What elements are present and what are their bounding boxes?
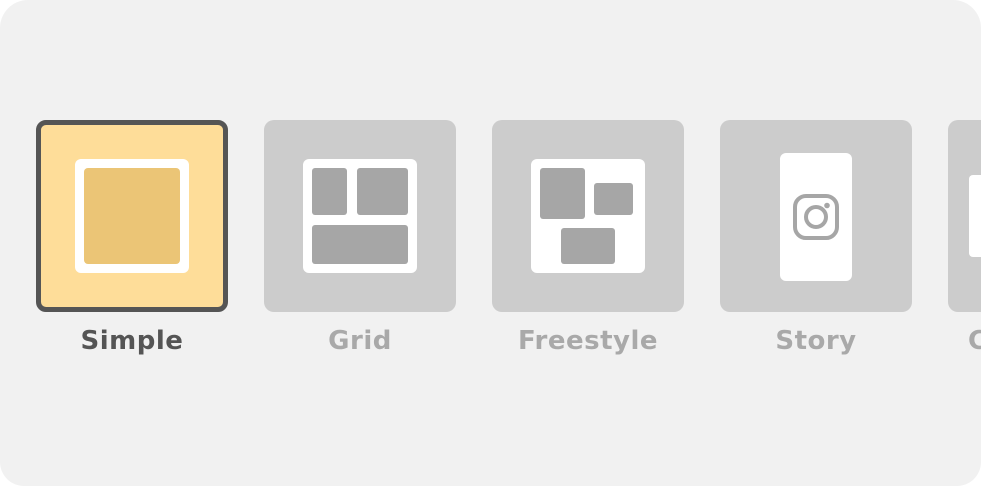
- layout-option-story[interactable]: Story: [720, 120, 912, 356]
- grid-layout-icon: [303, 159, 417, 273]
- layout-label-freestyle: Freestyle: [517, 326, 659, 356]
- grid-block: [312, 168, 347, 215]
- simple-photo-placeholder: [84, 168, 180, 264]
- grid-block: [312, 225, 408, 264]
- freestyle-block: [561, 228, 615, 264]
- layout-option-partial[interactable]: C: [948, 120, 981, 356]
- partial-layout-icon: [969, 175, 981, 257]
- layout-label-simple: Simple: [80, 326, 184, 356]
- freestyle-block: [594, 183, 633, 215]
- layout-label-story: Story: [775, 326, 857, 356]
- layout-tile-partial[interactable]: [948, 120, 981, 312]
- layout-option-freestyle[interactable]: Freestyle: [492, 120, 684, 356]
- layout-tile-story[interactable]: [720, 120, 912, 312]
- instagram-icon: [793, 194, 839, 240]
- layout-picker-panel: Simple Grid Freestyle Story C: [0, 0, 981, 486]
- layout-tile-freestyle[interactable]: [492, 120, 684, 312]
- freestyle-layout-icon: [531, 159, 645, 273]
- grid-block: [357, 168, 408, 215]
- layout-option-grid[interactable]: Grid: [264, 120, 456, 356]
- layout-option-simple[interactable]: Simple: [36, 120, 228, 356]
- layout-tile-simple[interactable]: [36, 120, 228, 312]
- simple-layout-icon: [75, 159, 189, 273]
- layout-label-partial: C: [968, 326, 981, 356]
- layout-tile-grid[interactable]: [264, 120, 456, 312]
- layout-label-grid: Grid: [328, 326, 392, 356]
- freestyle-block: [540, 168, 585, 219]
- story-phone-frame: [780, 153, 852, 281]
